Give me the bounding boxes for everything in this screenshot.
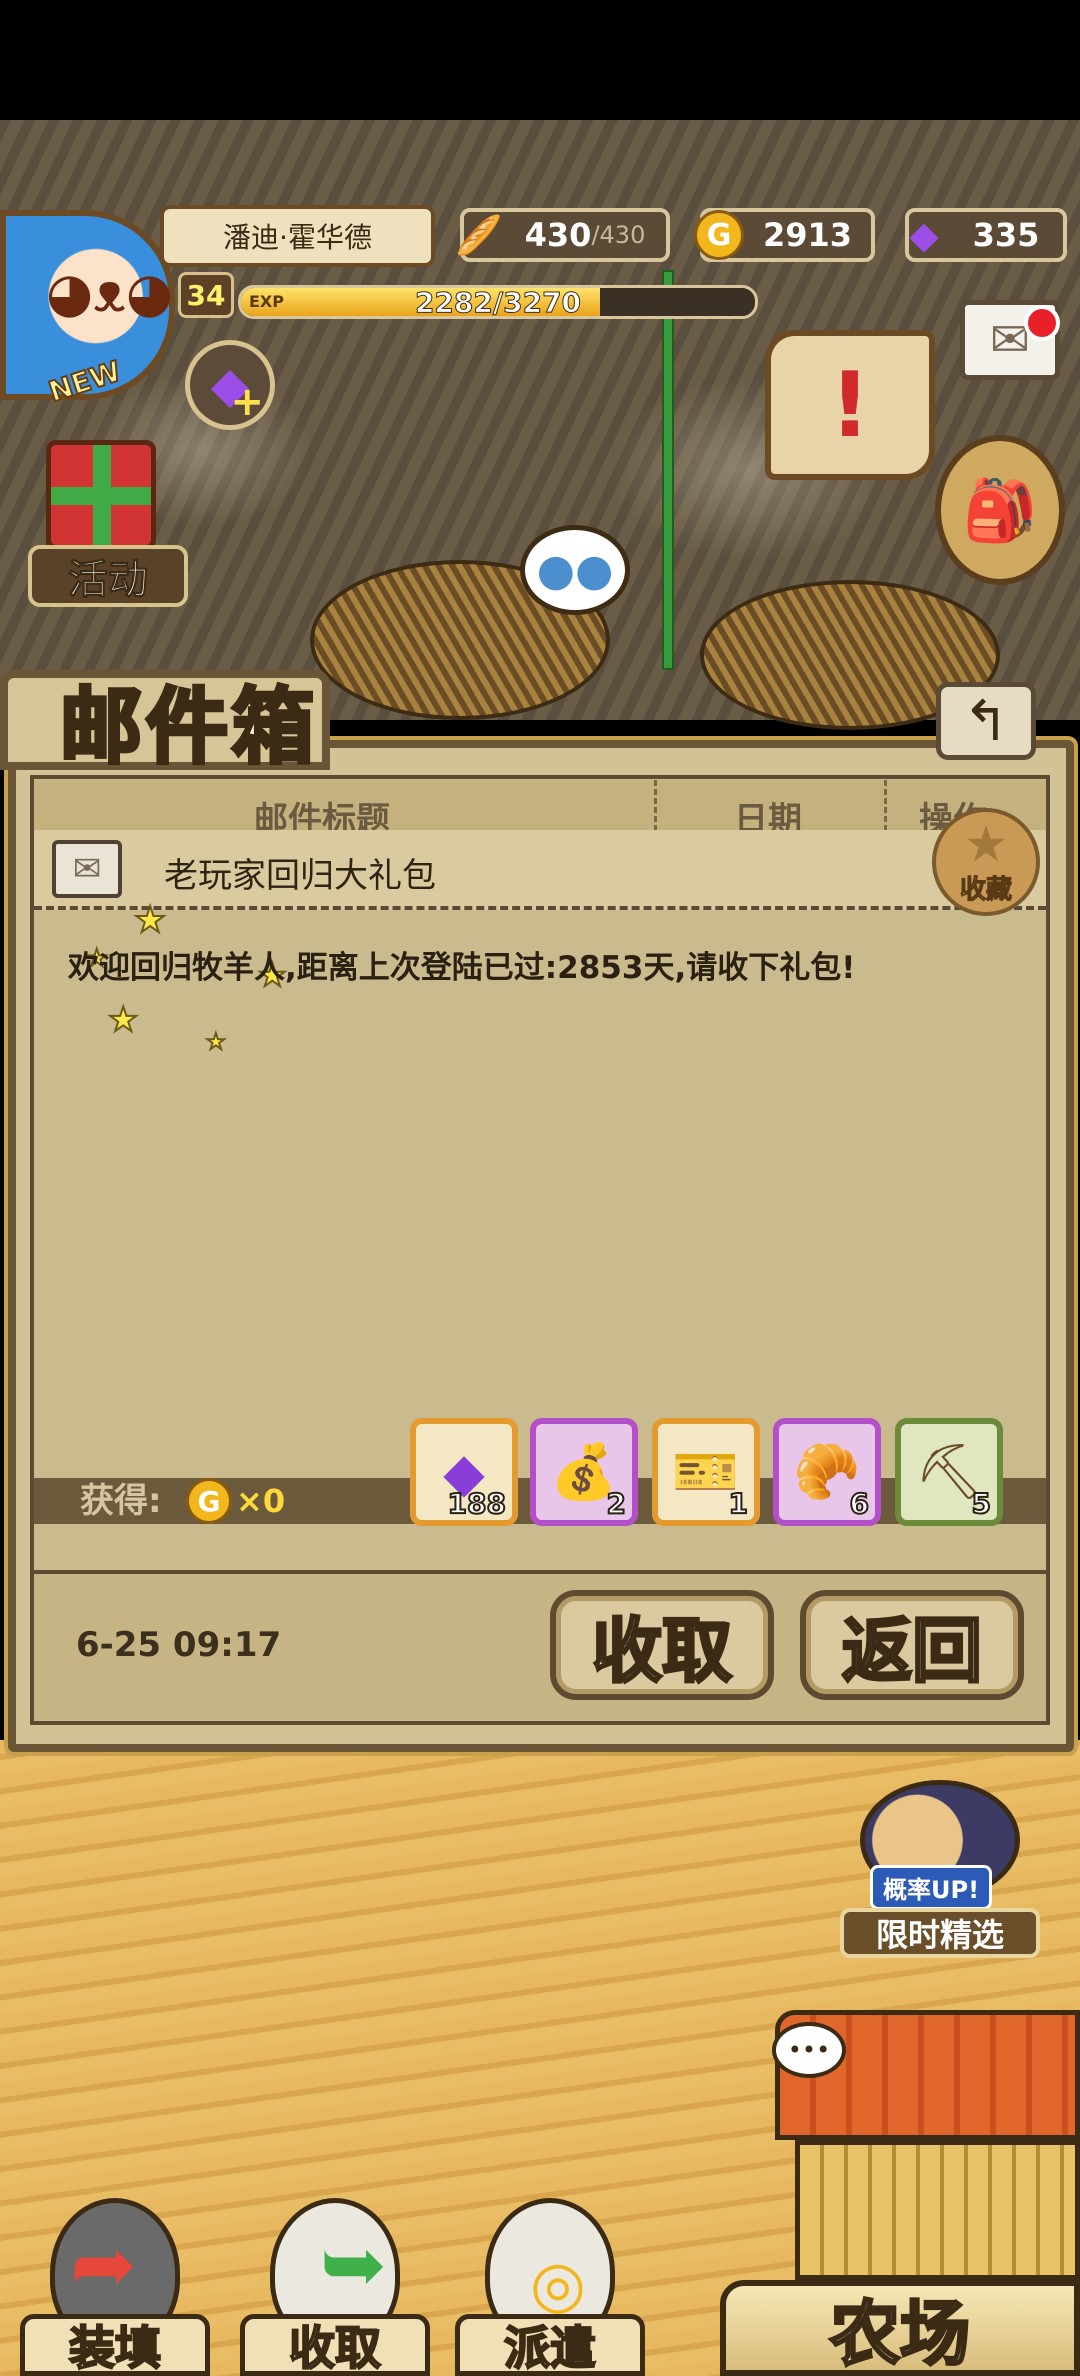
farm-label: 农场 <box>720 2280 1080 2376</box>
mailbox-title: 邮件箱 <box>58 678 319 777</box>
bread-resource[interactable]: 🥖 430/430 <box>455 208 670 262</box>
gold-coin-icon: G <box>690 206 748 264</box>
purple-gem-icon: ◆ <box>909 213 939 257</box>
limited-selection-label: 限时精选 <box>840 1908 1040 1958</box>
mail-notification-dot <box>1024 305 1060 341</box>
exclamation-icon: ! <box>829 352 871 458</box>
exp-bar: EXP 2282/3270 <box>238 285 758 319</box>
mail-message: 欢迎回归牧羊人,距离上次登陆已过:2853天,请收下礼包! <box>68 950 856 986</box>
exp-text: 2282/3270 <box>414 285 582 319</box>
limited-selection-button[interactable]: 概率UP! 限时精选 <box>840 1780 1040 1960</box>
reward-item-gem[interactable]: ◆ 188 <box>410 1418 518 1526</box>
backpack-button[interactable]: 🎒 <box>935 435 1065 585</box>
quest-scroll-button[interactable]: ! <box>765 330 935 480</box>
load-button[interactable]: ➦ 装填 <box>20 2188 210 2376</box>
return-arrow-icon: ↰ <box>962 688 1010 754</box>
buy-gems-button[interactable]: ◆ + <box>185 340 275 430</box>
favorite-button[interactable]: ★ 收藏 <box>932 808 1040 916</box>
speech-bubble-icon[interactable]: ••• <box>772 2022 846 2078</box>
reward-item-bread-basket[interactable]: 🥐 6 <box>773 1418 881 1526</box>
sparkle-star-icon: ★ <box>107 999 140 1041</box>
gem-resource[interactable]: ◆ 335 <box>905 208 1067 262</box>
mail-title-row: ✉ 老玩家回归大礼包 <box>34 830 1046 910</box>
collect-eggs-button[interactable]: ➥ 收取 <box>240 2188 430 2376</box>
reward-item-bag[interactable]: 💰 2 <box>530 1418 638 1526</box>
close-panel-button[interactable]: ↰ <box>936 682 1036 760</box>
gold-resource[interactable]: G 2913 <box>694 208 875 262</box>
sparkle-star-icon: ★ <box>133 899 167 942</box>
egg-icon: ●● <box>536 544 614 596</box>
reward-item-ticket[interactable]: 🎫 1 <box>652 1418 760 1526</box>
bread-value: 430 <box>524 216 592 254</box>
rate-up-badge: 概率UP! <box>870 1865 993 1910</box>
event-button[interactable]: 活动 <box>18 430 188 610</box>
farm-stable <box>795 2140 1080 2280</box>
green-rope <box>662 270 674 670</box>
mail-title: 老玩家回归大礼包 <box>164 856 436 896</box>
coin-stack-icon: ◎ <box>530 2248 586 2322</box>
reward-quantity: 2 <box>605 1486 627 1521</box>
player-level: 34 <box>178 272 234 318</box>
backpack-icon: 🎒 <box>962 475 1038 546</box>
gold-value: 2913 <box>762 216 853 254</box>
plus-icon: + <box>230 379 264 425</box>
red-arrow-icon: ➦ <box>70 2218 138 2311</box>
green-arrow-icon: ➥ <box>320 2218 388 2311</box>
reward-item-pickaxe[interactable]: ⛏ 5 <box>895 1418 1003 1526</box>
sparkle-star-icon: ★ <box>205 1029 227 1056</box>
event-label: 活动 <box>28 545 188 607</box>
gold-coin-icon: G <box>186 1478 232 1524</box>
coin-quantity: ×0 <box>236 1482 286 1520</box>
rewards-label: 获得: <box>80 1481 162 1521</box>
bread-max: /430 <box>591 221 646 249</box>
mail-date: 6-25 09:17 <box>76 1625 282 1665</box>
dispatch-label: 派遣 <box>455 2314 645 2376</box>
gem-value: 335 <box>972 216 1040 254</box>
player-name: 潘迪·霍华德 <box>160 205 435 267</box>
status-bar <box>0 0 1080 120</box>
egg-thought-bubble[interactable]: ●● <box>520 525 630 615</box>
bread-icon: 🥖 <box>455 212 503 257</box>
avatar-face-icon: ◕ᴥ◕ <box>46 261 174 324</box>
collect-eggs-label: 收取 <box>240 2314 430 2376</box>
gift-envelope-icon: ✉ <box>52 840 122 898</box>
reward-quantity: 188 <box>447 1486 507 1521</box>
favorite-label: 收藏 <box>959 874 1012 905</box>
reward-quantity: 5 <box>970 1486 992 1521</box>
gift-box-icon <box>46 440 156 550</box>
load-label: 装填 <box>20 2314 210 2376</box>
star-icon: ★ <box>963 814 1009 873</box>
reward-quantity: 6 <box>848 1486 870 1521</box>
return-button[interactable]: 返回 <box>800 1590 1024 1700</box>
gold-coin-symbol: G <box>694 210 744 260</box>
dispatch-button[interactable]: ◎ 派遣 <box>455 2188 645 2376</box>
reward-quantity: 1 <box>727 1486 749 1521</box>
collect-button[interactable]: 收取 <box>550 1590 774 1700</box>
